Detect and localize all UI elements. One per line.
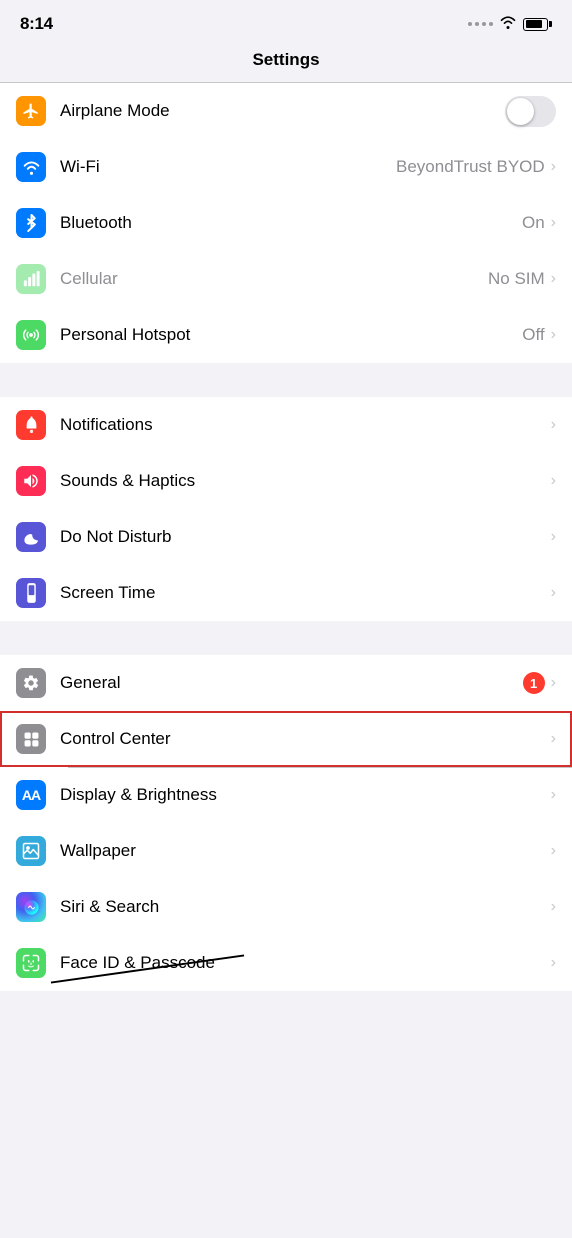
dnd-icon	[16, 522, 46, 552]
face-id-label: Face ID & Passcode	[60, 953, 551, 973]
airplane-mode-icon	[16, 96, 46, 126]
airplane-mode-toggle[interactable]	[505, 96, 556, 127]
signal-dots-icon	[468, 22, 493, 26]
face-id-icon	[16, 948, 46, 978]
screen-time-chevron: ›	[551, 584, 556, 602]
wallpaper-chevron: ›	[551, 842, 556, 860]
general-badge: 1	[523, 672, 545, 694]
general-icon	[16, 668, 46, 698]
sounds-chevron: ›	[551, 472, 556, 490]
settings-row-airplane-mode[interactable]: Airplane Mode	[0, 83, 572, 139]
settings-row-general[interactable]: General 1 ›	[0, 655, 572, 711]
sounds-label: Sounds & Haptics	[60, 471, 551, 491]
hotspot-label: Personal Hotspot	[60, 325, 522, 345]
settings-row-wallpaper[interactable]: Wallpaper ›	[0, 823, 572, 879]
hotspot-chevron: ›	[551, 326, 556, 344]
settings-row-display[interactable]: AA Display & Brightness ›	[0, 767, 572, 823]
status-bar: 8:14	[0, 0, 572, 42]
bluetooth-chevron: ›	[551, 214, 556, 232]
wallpaper-icon	[16, 836, 46, 866]
display-icon-text: AA	[22, 787, 40, 803]
settings-row-siri[interactable]: Siri & Search ›	[0, 879, 572, 935]
wifi-value: BeyondTrust BYOD	[396, 157, 545, 177]
dnd-chevron: ›	[551, 528, 556, 546]
settings-row-face-id[interactable]: Face ID & Passcode ›	[0, 935, 572, 991]
bluetooth-value: On	[522, 213, 545, 233]
settings-group-general: General 1 › Control Center › AA Display …	[0, 655, 572, 991]
siri-label: Siri & Search	[60, 897, 551, 917]
cellular-chevron: ›	[551, 270, 556, 288]
sounds-icon	[16, 466, 46, 496]
settings-row-notifications[interactable]: Notifications ›	[0, 397, 572, 453]
wallpaper-label: Wallpaper	[60, 841, 551, 861]
settings-group-connectivity: Airplane Mode Wi-Fi BeyondTrust BYOD ›	[0, 83, 572, 363]
display-icon: AA	[16, 780, 46, 810]
screen-time-label: Screen Time	[60, 583, 551, 603]
page-title: Settings	[252, 50, 319, 69]
separator-2	[0, 621, 572, 655]
bluetooth-label: Bluetooth	[60, 213, 522, 233]
siri-chevron: ›	[551, 898, 556, 916]
wifi-label: Wi-Fi	[60, 157, 396, 177]
page-title-container: Settings	[0, 42, 572, 83]
cellular-label: Cellular	[60, 269, 488, 289]
display-label: Display & Brightness	[60, 785, 551, 805]
airplane-mode-label: Airplane Mode	[60, 101, 505, 121]
strikethrough-decoration	[51, 954, 244, 983]
dnd-label: Do Not Disturb	[60, 527, 551, 547]
siri-icon	[16, 892, 46, 922]
status-time: 8:14	[20, 14, 53, 34]
settings-row-dnd[interactable]: Do Not Disturb ›	[0, 509, 572, 565]
notifications-label: Notifications	[60, 415, 551, 435]
screen-time-icon	[16, 578, 46, 608]
separator-1	[0, 363, 572, 397]
wifi-icon	[499, 15, 517, 34]
control-center-label: Control Center	[60, 729, 551, 749]
cellular-value: No SIM	[488, 269, 545, 289]
control-center-icon	[16, 724, 46, 754]
cellular-icon	[16, 264, 46, 294]
general-label: General	[60, 673, 523, 693]
general-chevron: ›	[551, 674, 556, 692]
notifications-icon	[16, 410, 46, 440]
display-chevron: ›	[551, 786, 556, 804]
control-center-chevron: ›	[551, 730, 556, 748]
face-id-chevron: ›	[551, 954, 556, 972]
settings-row-wifi[interactable]: Wi-Fi BeyondTrust BYOD ›	[0, 139, 572, 195]
settings-row-sounds[interactable]: Sounds & Haptics ›	[0, 453, 572, 509]
settings-row-hotspot[interactable]: Personal Hotspot Off ›	[0, 307, 572, 363]
wifi-chevron: ›	[551, 158, 556, 176]
settings-row-bluetooth[interactable]: Bluetooth On ›	[0, 195, 572, 251]
hotspot-value: Off	[522, 325, 544, 345]
wifi-settings-icon	[16, 152, 46, 182]
settings-group-notifications: Notifications › Sounds & Haptics › Do No…	[0, 397, 572, 621]
settings-row-control-center[interactable]: Control Center ›	[0, 711, 572, 767]
settings-row-cellular[interactable]: Cellular No SIM ›	[0, 251, 572, 307]
hotspot-icon	[16, 320, 46, 350]
bluetooth-icon	[16, 208, 46, 238]
settings-row-screen-time[interactable]: Screen Time ›	[0, 565, 572, 621]
battery-icon	[523, 18, 552, 31]
face-id-label-text: Face ID & Passcode	[60, 953, 215, 973]
notifications-chevron: ›	[551, 416, 556, 434]
status-icons	[468, 15, 552, 34]
